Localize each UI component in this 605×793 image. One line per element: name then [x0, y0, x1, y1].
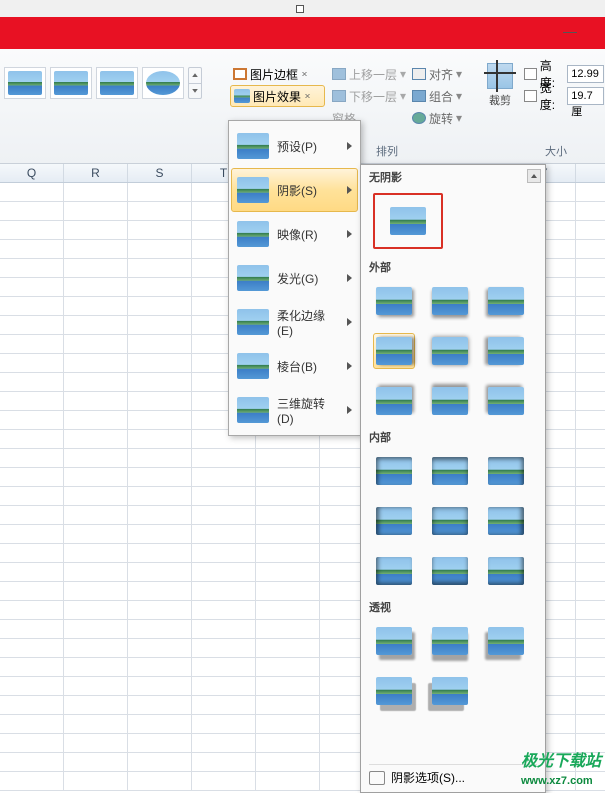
shadow-options-label: 阴影选项(S)...	[391, 769, 465, 786]
picture-border-label: 图片边框	[250, 66, 298, 83]
backward-icon	[332, 90, 346, 102]
width-row: 宽度: 19.7 厘	[524, 85, 604, 107]
height-input[interactable]: 12.99	[567, 65, 604, 83]
shadow-option[interactable]	[485, 383, 527, 419]
dropdown-icon	[301, 72, 308, 76]
align-icon	[412, 68, 426, 80]
section-no-shadow: 无阴影	[361, 165, 545, 187]
picture-border-button[interactable]: 图片边框	[230, 63, 325, 85]
style-thumb[interactable]	[142, 67, 184, 99]
rotate-icon	[412, 112, 426, 124]
menu-item-glow[interactable]: 发光(G)	[231, 256, 358, 300]
shadow-option[interactable]	[485, 503, 527, 539]
width-label: 宽度:	[540, 79, 565, 113]
menu-item-preset[interactable]: 预设(P)	[231, 124, 358, 168]
gallery-more-icon[interactable]	[189, 84, 201, 99]
crop-icon	[487, 63, 513, 89]
submenu-arrow-icon	[347, 318, 352, 326]
shadow-option[interactable]	[485, 453, 527, 489]
shadow-option[interactable]	[429, 553, 471, 589]
style-thumb[interactable]	[4, 67, 46, 99]
app-header-band	[0, 17, 605, 49]
crop-label: 裁剪	[478, 92, 522, 108]
width-input[interactable]: 19.7 厘	[567, 87, 604, 105]
shadow-option[interactable]	[485, 623, 527, 659]
rotate-button[interactable]: 旋转▾	[412, 107, 468, 129]
shadow-option[interactable]	[429, 673, 471, 709]
group-button[interactable]: 组合▾	[412, 85, 468, 107]
submenu-arrow-icon	[347, 362, 352, 370]
col-header[interactable]: Q	[0, 164, 64, 182]
shadow-option[interactable]	[373, 623, 415, 659]
submenu-arrow-icon	[347, 274, 352, 282]
style-thumb[interactable]	[96, 67, 138, 99]
shadow-option[interactable]	[485, 283, 527, 319]
shadow-option[interactable]	[429, 333, 471, 369]
minimize-button[interactable]	[555, 22, 585, 42]
submenu-arrow-icon	[347, 230, 352, 238]
group-icon	[412, 90, 426, 102]
picture-effects-button[interactable]: 图片效果	[230, 85, 325, 107]
ribbon-size-group: 高度: 12.99 宽度: 19.7 厘	[524, 63, 604, 107]
style-thumb[interactable]	[50, 67, 92, 99]
picture-styles-gallery[interactable]	[0, 67, 202, 99]
shadow-option-selected[interactable]	[373, 333, 415, 369]
picture-effects-menu: 预设(P) 阴影(S) 映像(R) 发光(G) 柔化边缘(E) 棱台(B) 三维…	[228, 120, 361, 436]
submenu-arrow-icon	[347, 142, 352, 150]
effects-icon	[234, 89, 250, 103]
submenu-arrow-icon	[347, 186, 352, 194]
section-perspective: 透视	[361, 595, 545, 617]
shadow-options-footer[interactable]: 阴影选项(S)...	[369, 764, 537, 786]
forward-icon	[332, 68, 346, 80]
shadow-option-none[interactable]	[373, 193, 443, 249]
gallery-up-icon[interactable]	[189, 68, 201, 84]
scroll-up-button[interactable]	[527, 169, 541, 183]
ribbon-align-group: 对齐▾ 组合▾ 旋转▾	[412, 63, 468, 129]
shadow-gallery: 无阴影 外部 内部 透视 阴影选项(S)...	[360, 164, 546, 793]
crop-button[interactable]: 裁剪	[478, 63, 522, 108]
menu-item-softedges[interactable]: 柔化边缘(E)	[231, 300, 358, 344]
width-icon	[524, 90, 537, 102]
resize-handle[interactable]	[296, 5, 304, 13]
align-button[interactable]: 对齐▾	[412, 63, 468, 85]
submenu-arrow-icon	[347, 406, 352, 414]
border-icon	[233, 68, 247, 80]
shadow-option[interactable]	[373, 673, 415, 709]
shadow-option[interactable]	[429, 283, 471, 319]
menu-item-bevel[interactable]: 棱台(B)	[231, 344, 358, 388]
shadow-option[interactable]	[429, 503, 471, 539]
col-header[interactable]: S	[128, 164, 192, 182]
menu-item-3drotation[interactable]: 三维旋转(D)	[231, 388, 358, 432]
window-titlebar	[0, 0, 605, 17]
col-header[interactable]: R	[64, 164, 128, 182]
menu-item-shadow[interactable]: 阴影(S)	[231, 168, 358, 212]
shadow-option[interactable]	[373, 383, 415, 419]
picture-effects-label: 图片效果	[253, 88, 301, 105]
section-inner: 内部	[361, 425, 545, 447]
group-label-arrange: 排列	[376, 143, 398, 159]
shadow-option[interactable]	[429, 383, 471, 419]
menu-item-reflection[interactable]: 映像(R)	[231, 212, 358, 256]
shadow-option[interactable]	[373, 453, 415, 489]
ribbon-picture-group: 图片边框 图片效果	[230, 63, 325, 107]
section-outer: 外部	[361, 255, 545, 277]
shadow-option[interactable]	[429, 623, 471, 659]
send-backward-button[interactable]: 下移一层▾	[332, 85, 410, 107]
shadow-option[interactable]	[373, 503, 415, 539]
bring-forward-button[interactable]: 上移一层▾	[332, 63, 410, 85]
chevron-up-icon	[531, 174, 537, 178]
options-icon	[369, 771, 385, 785]
shadow-option[interactable]	[373, 283, 415, 319]
group-label-size: 大小	[545, 143, 567, 159]
shadow-option[interactable]	[373, 553, 415, 589]
shadow-option[interactable]	[429, 453, 471, 489]
shadow-option[interactable]	[485, 553, 527, 589]
dropdown-icon	[304, 94, 311, 98]
height-icon	[524, 68, 537, 80]
shadow-option[interactable]	[485, 333, 527, 369]
